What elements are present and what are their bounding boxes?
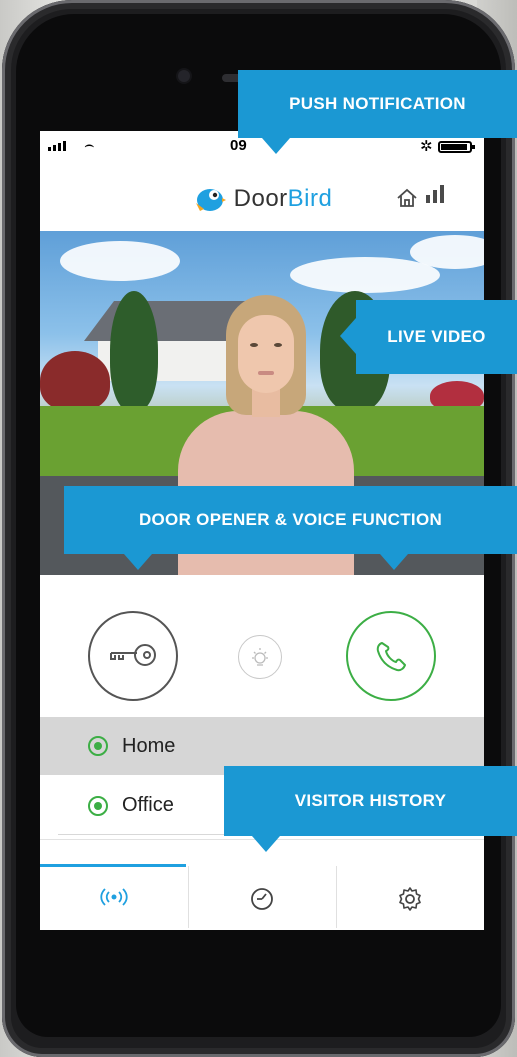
tab-settings[interactable] [336, 864, 484, 924]
cloud [60, 241, 180, 281]
clock-icon [251, 888, 273, 910]
phone-icon [376, 642, 406, 672]
live-signal-icon [100, 888, 128, 906]
front-camera [178, 70, 190, 82]
cloud [290, 257, 440, 293]
cell-signal-icon [48, 141, 66, 151]
app-header: DoorBird [40, 167, 484, 231]
callout-live-video: LIVE VIDEO [356, 300, 517, 374]
callout-label: VISITOR HISTORY [294, 791, 447, 810]
callout-pointer [252, 836, 280, 852]
visitor-eye [274, 343, 282, 347]
light-bulb-icon [252, 648, 268, 666]
app-title: DoorBird [234, 185, 333, 213]
app-title-part2: Bird [287, 185, 333, 212]
gear-icon [399, 887, 421, 911]
light-button[interactable] [238, 635, 282, 679]
tab-history[interactable] [188, 864, 336, 924]
callout-pointer [124, 554, 152, 570]
callout-pointer [262, 138, 290, 154]
tab-bar [40, 839, 484, 930]
radio-selected-icon[interactable] [88, 736, 108, 756]
callout-label: PUSH NOTIFICATION [289, 94, 466, 113]
visitor-mouth [258, 371, 274, 375]
visitor-eye [250, 343, 258, 347]
callout-pointer [340, 318, 356, 354]
home-icon[interactable] [396, 187, 418, 209]
visitor-face [238, 315, 294, 393]
bluetooth-icon: ✲ [420, 138, 433, 155]
battery-icon [438, 141, 475, 153]
tab-live[interactable] [40, 864, 188, 924]
control-panel [40, 575, 484, 715]
callout-push-notification: PUSH NOTIFICATION [238, 70, 517, 138]
callout-visitor-history: VISITOR HISTORY [224, 766, 517, 836]
callout-pointer [380, 554, 408, 570]
callout-door-opener: DOOR OPENER & VOICE FUNCTION [64, 486, 517, 554]
call-button[interactable] [346, 611, 436, 701]
callout-label: DOOR OPENER & VOICE FUNCTION [138, 510, 443, 529]
signal-strength-icon[interactable] [426, 185, 444, 203]
door-opener-button[interactable] [88, 611, 178, 701]
device-label: Home [122, 734, 176, 757]
doorbird-logo-icon [195, 189, 226, 211]
callout-label: LIVE VIDEO [387, 327, 486, 346]
radio-icon[interactable] [88, 795, 108, 816]
key-icon [110, 644, 156, 666]
status-time: 09 [230, 137, 247, 154]
tree [110, 291, 158, 411]
red-shrub [40, 351, 110, 411]
app-title-part1: Door [233, 185, 288, 212]
device-label: Office [122, 794, 174, 816]
wifi-icon: ⌢ [84, 137, 95, 154]
